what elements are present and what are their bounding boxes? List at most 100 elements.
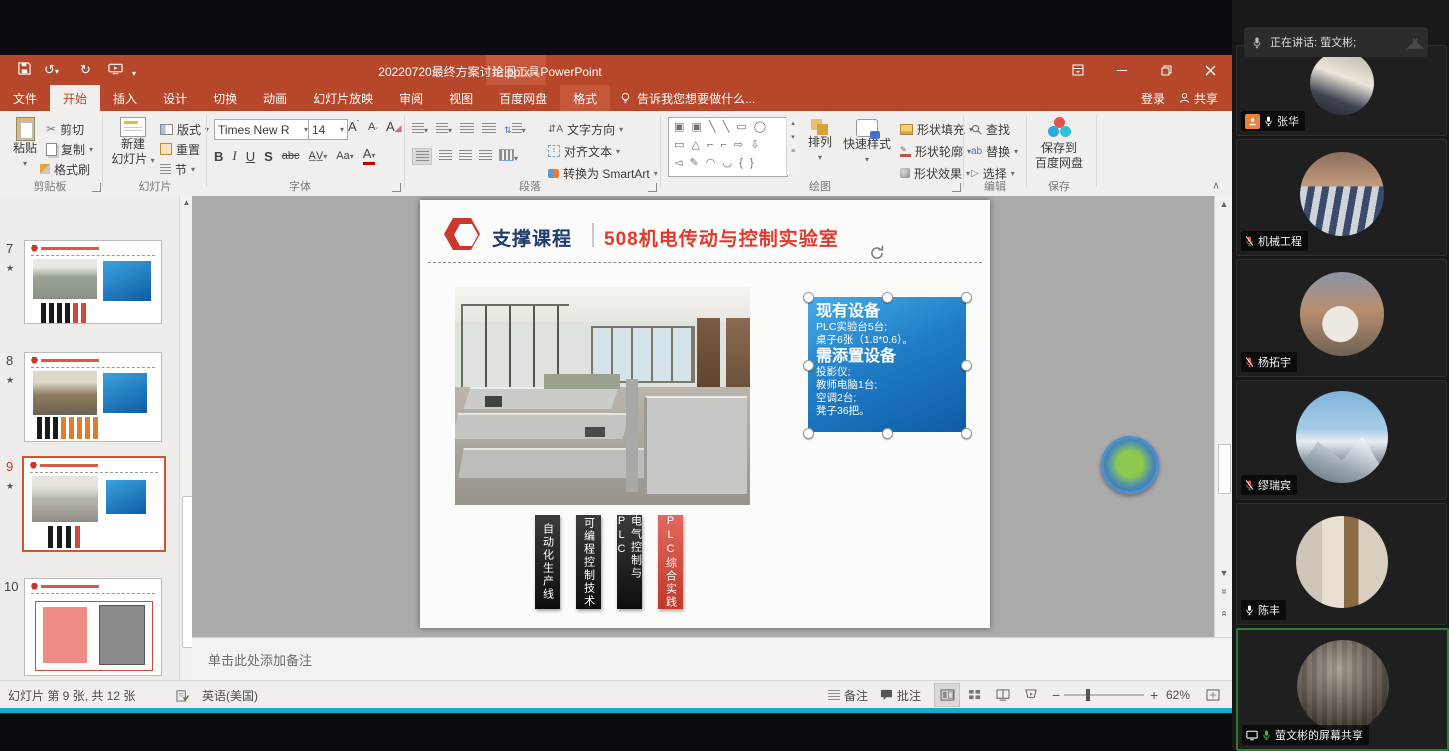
notes-pane[interactable]: 单击此处添加备注 — [192, 637, 1232, 681]
slide-9[interactable]: 支撑课程 508机电传动与控制实验室 — [420, 200, 990, 628]
comments-toggle[interactable]: 批注 — [880, 681, 921, 709]
resize-handle[interactable] — [961, 360, 972, 371]
quick-styles-button[interactable]: 快速样式▾ — [840, 119, 894, 167]
character-spacing-button[interactable]: A̲V̲▾ — [309, 150, 328, 162]
justify-button[interactable] — [479, 149, 492, 163]
underline-button[interactable]: U — [246, 149, 255, 164]
reset-button[interactable]: 重置 — [160, 140, 200, 158]
align-text-button[interactable]: ↕对齐文本▾ — [548, 142, 620, 160]
grow-font-button[interactable]: Aˆ — [348, 119, 359, 134]
resize-handle[interactable] — [961, 292, 972, 303]
resize-handle[interactable] — [803, 360, 814, 371]
shapes-gallery-scrollbar[interactable]: ▴▾≡ — [786, 117, 799, 175]
shadow-button[interactable]: S — [264, 149, 273, 164]
clipboard-dialog-launcher[interactable] — [92, 183, 101, 192]
normal-view-button[interactable] — [934, 683, 960, 707]
previous-slide-button[interactable]: » — [1215, 586, 1232, 597]
course-bar-highlight[interactable]: PLC综合实践 — [658, 515, 683, 609]
format-painter-button[interactable]: 格式刷 — [40, 160, 90, 178]
new-slide-button[interactable]: 新建 幻灯片 ▾ — [110, 117, 156, 168]
align-right-button[interactable] — [459, 149, 472, 163]
shapes-gallery[interactable]: ▣ ▣ ╲ ╲ ▭ ◯ ▭ △ ⌐ ⌐ ⇨ ⇩ ◅ ✎ ◠ ◡ { } — [668, 117, 788, 177]
zoom-slider-thumb[interactable] — [1086, 689, 1090, 701]
spellcheck-icon[interactable] — [176, 681, 189, 709]
tell-me-box[interactable]: 告诉我您想要做什么... — [610, 85, 765, 111]
fit-to-window-button[interactable] — [1200, 683, 1226, 707]
tab-insert[interactable]: 插入 — [100, 85, 150, 111]
slide-thumbnail-9-selected[interactable] — [22, 456, 166, 552]
bullets-button[interactable]: ▾ — [412, 122, 428, 136]
zoom-out-button[interactable]: − — [1052, 681, 1060, 709]
tab-file[interactable]: 文件 — [0, 85, 50, 111]
paste-button[interactable]: 粘贴▾ — [8, 117, 42, 171]
strikethrough-button[interactable]: abc — [282, 150, 300, 162]
align-center-button[interactable] — [439, 149, 452, 163]
slide-thumbnail-7[interactable] — [24, 240, 162, 324]
font-color-button[interactable]: A▾ — [363, 148, 376, 165]
participant-tile[interactable]: 机械工程 — [1236, 139, 1447, 256]
tab-slideshow[interactable]: 幻灯片放映 — [300, 85, 386, 111]
tab-view[interactable]: 视图 — [436, 85, 486, 111]
participant-tile[interactable]: 张华 — [1236, 45, 1447, 136]
resize-handle[interactable] — [882, 428, 893, 439]
tab-home[interactable]: 开始 — [50, 85, 100, 111]
lab-photo[interactable] — [455, 287, 750, 505]
slide-thumbnail-10[interactable] — [24, 578, 162, 676]
shape-effects-button[interactable]: 形状效果▾ — [900, 164, 970, 182]
numbering-button[interactable]: ▾ — [436, 122, 452, 136]
italic-button[interactable]: I — [232, 148, 236, 164]
slide-sorter-view-button[interactable] — [962, 683, 988, 707]
paragraph-dialog-launcher[interactable] — [648, 183, 657, 192]
font-dialog-launcher[interactable] — [392, 183, 401, 192]
reading-view-button[interactable] — [990, 683, 1016, 707]
drawing-dialog-launcher[interactable] — [952, 183, 961, 192]
align-left-button[interactable] — [412, 148, 432, 165]
notes-toggle[interactable]: 备注 — [828, 681, 868, 709]
zoom-slider-track[interactable] — [1064, 694, 1144, 696]
ribbon-display-options-icon[interactable] — [1056, 55, 1100, 85]
collapse-ribbon-icon[interactable]: ∧ — [1212, 179, 1220, 192]
tab-review[interactable]: 审阅 — [386, 85, 436, 111]
participant-tile[interactable]: 杨拓宇 — [1236, 259, 1447, 377]
sign-in-link[interactable]: 登录 — [1141, 90, 1165, 107]
clear-formatting-button[interactable]: A◢ — [386, 119, 402, 134]
resize-handle[interactable] — [961, 428, 972, 439]
tab-animations[interactable]: 动画 — [250, 85, 300, 111]
resize-handle[interactable] — [882, 292, 893, 303]
notes-placeholder[interactable]: 单击此处添加备注 — [208, 650, 312, 669]
scrollbar-thumb[interactable] — [1218, 444, 1231, 494]
thumbnail-scrollbar[interactable]: ▲ — [179, 196, 193, 680]
copy-button[interactable]: 复制▾ — [46, 140, 93, 158]
tab-format[interactable]: 格式 — [560, 85, 610, 111]
slideshow-view-button[interactable] — [1018, 683, 1044, 707]
text-direction-button[interactable]: ⇵A文字方向▾ — [548, 120, 623, 138]
placeholder-selection-border[interactable] — [428, 262, 982, 263]
tab-design[interactable]: 设计 — [150, 85, 200, 111]
slide-scrollbar[interactable]: ▲ ▼ » » — [1214, 196, 1232, 637]
course-bar[interactable]: 电气控制与PLC — [617, 515, 642, 609]
section-button[interactable]: 节▾ — [160, 160, 195, 178]
participant-tile-screen-sharer[interactable]: 萤文彬的屏幕共享 — [1236, 628, 1449, 751]
arrange-button[interactable]: 排列▾ — [804, 119, 836, 165]
change-case-button[interactable]: Aa▾ — [336, 150, 353, 162]
decrease-indent-button[interactable] — [460, 122, 474, 136]
line-spacing-button[interactable]: ⇅▾ — [504, 122, 526, 136]
columns-button[interactable]: ▾ — [499, 149, 518, 164]
resize-handle[interactable] — [803, 292, 814, 303]
shrink-font-button[interactable]: Aˇ — [368, 121, 378, 135]
course-bar[interactable]: 可编程控制技术 — [576, 515, 601, 609]
tab-baidu-netdisk[interactable]: 百度网盘 — [486, 85, 560, 111]
font-name-combo[interactable]: Times New R▾ — [214, 119, 312, 140]
tab-transitions[interactable]: 切换 — [200, 85, 250, 111]
increase-indent-button[interactable] — [482, 122, 496, 136]
floating-webcam-bubble[interactable] — [1101, 436, 1159, 494]
slide-thumbnail-8[interactable] — [24, 352, 162, 442]
cut-button[interactable]: ✂剪切 — [46, 120, 84, 138]
font-size-combo[interactable]: 14▾ — [308, 119, 348, 140]
zoom-level[interactable]: 62% — [1166, 681, 1190, 709]
scroll-down-icon[interactable]: ▼ — [1215, 568, 1232, 578]
course-bar[interactable]: 自动化生产线 — [535, 515, 560, 609]
equipment-textbox[interactable]: 现有设备 PLC实验台5台; 桌子6张（1.8*0.6）。 需添置设备 投影仪;… — [808, 297, 966, 432]
resize-handle[interactable] — [803, 428, 814, 439]
minimize-icon[interactable] — [1100, 55, 1144, 85]
